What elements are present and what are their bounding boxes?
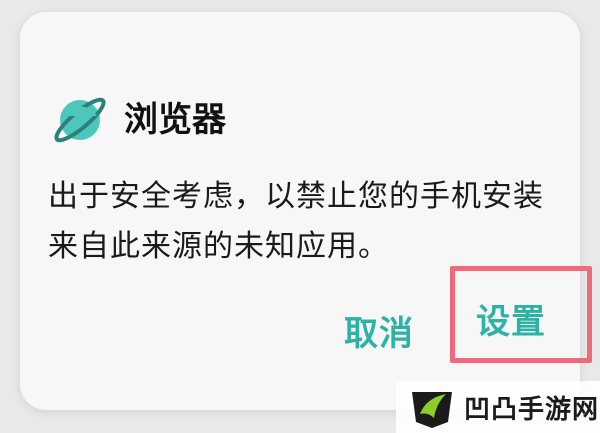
message-line-2: 来自此来源的未知应用。 — [48, 229, 389, 264]
dialog-title: 浏览器 — [124, 100, 226, 140]
cancel-button[interactable]: 取消 — [344, 314, 414, 354]
planet-ring-icon — [54, 97, 106, 143]
settings-highlight-box — [450, 266, 592, 363]
dialog-message: 出于安全考虑，以禁止您的手机安装 来自此来源的未知应用。 — [48, 172, 568, 272]
dialog-header: 浏览器 — [52, 92, 226, 148]
watermark-text: 凹凸手游网 — [464, 394, 600, 425]
game-logo — [412, 392, 452, 428]
message-line-1: 出于安全考虑，以禁止您的手机安装 — [48, 179, 544, 214]
watermark: 凹凸手游网 — [396, 381, 600, 433]
screen: 浏览器 出于安全考虑，以禁止您的手机安装 来自此来源的未知应用。 取消 设置 凹… — [0, 0, 600, 433]
